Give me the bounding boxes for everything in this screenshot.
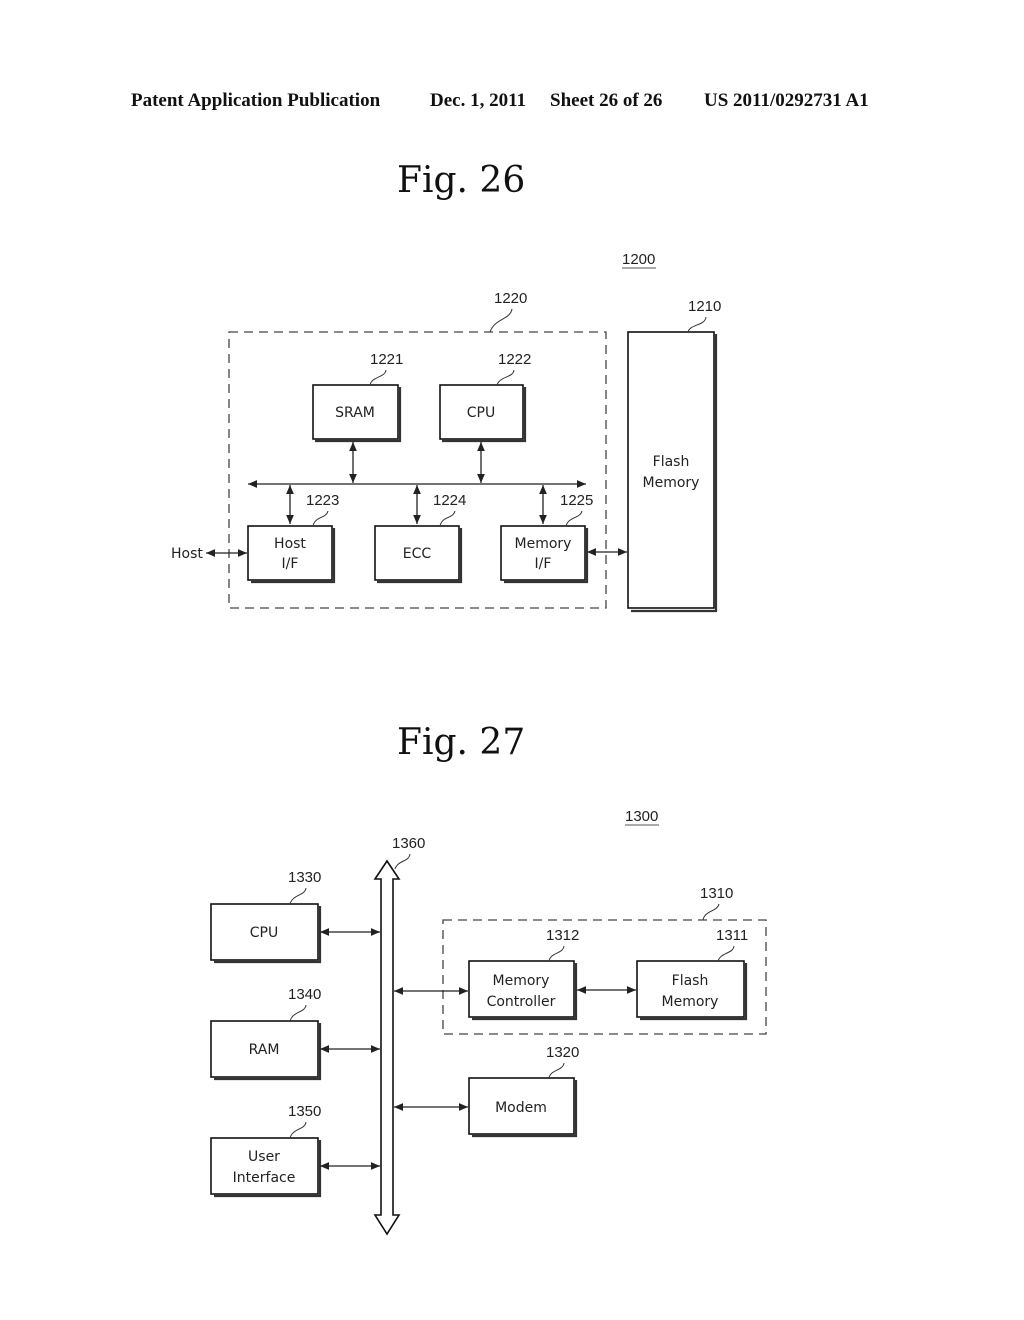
cpu-label: CPU [467, 405, 495, 421]
host-if-block: Host I/F [247, 525, 336, 584]
fig26-diagram: 1200 1220 Flash Memory 1210 SRAM 1221 CP… [171, 251, 721, 613]
leader-1221 [369, 369, 387, 386]
ref-1222: 1222 [498, 351, 531, 368]
ref-1350: 1350 [288, 1103, 321, 1120]
ref-1311: 1311 [716, 927, 748, 944]
ref-1224: 1224 [433, 492, 466, 509]
ref-1360: 1360 [392, 835, 425, 852]
flash-memory-block-27: Flash Memory [636, 960, 748, 1021]
ref-1200: 1200 [622, 251, 655, 268]
cpu-block: CPU [439, 384, 527, 443]
host-if-label-2: I/F [282, 556, 299, 572]
user-interface-block: User Interface [210, 1137, 322, 1198]
leader-1350 [289, 1121, 307, 1139]
leader-1312 [548, 945, 565, 962]
diagram-canvas: 1200 1220 Flash Memory 1210 SRAM 1221 CP… [171, 251, 767, 1236]
leader-1223 [312, 510, 329, 527]
flash27-label-2: Memory [662, 994, 719, 1010]
cpu27-label: CPU [250, 925, 278, 941]
ecc-label: ECC [403, 546, 432, 562]
leader-1320 [548, 1062, 565, 1079]
ref-1320: 1320 [546, 1044, 579, 1061]
modem-block: Modem [468, 1077, 578, 1138]
fig27-diagram: 1300 1360 CPU 1330 RAM 1340 User Interfa… [210, 808, 767, 1236]
leader-1310 [702, 903, 720, 921]
memory-if-label-1: Memory [515, 536, 572, 552]
leader-1340 [289, 1004, 307, 1022]
leader-1225 [565, 510, 583, 527]
ref-1225: 1225 [560, 492, 593, 509]
memory-if-block: Memory I/F [500, 525, 589, 584]
flash-label-1: Flash [653, 454, 690, 470]
ref-1312: 1312 [546, 927, 579, 944]
host-if-label-1: Host [274, 536, 306, 552]
ram-label: RAM [249, 1042, 280, 1058]
sram-label: SRAM [335, 405, 375, 421]
system-bus-1360 [373, 859, 401, 1236]
ref-1330: 1330 [288, 869, 321, 886]
ref-1220: 1220 [494, 290, 527, 307]
memctrl-label-1: Memory [493, 973, 550, 989]
ref-1221: 1221 [370, 351, 403, 368]
ref-1210: 1210 [688, 298, 721, 315]
ui-label-2: Interface [233, 1170, 296, 1186]
ref-1340: 1340 [288, 986, 321, 1003]
memory-if-label-2: I/F [535, 556, 552, 572]
memctrl-label-2: Controller [487, 994, 556, 1010]
leader-1210 [687, 316, 707, 333]
leader-1311 [717, 945, 735, 962]
leader-1222 [496, 369, 515, 386]
ref-1223: 1223 [306, 492, 339, 509]
leader-1360 [394, 853, 411, 870]
leader-1220 [489, 308, 513, 333]
ram-block: RAM [210, 1020, 322, 1081]
cpu-block-27: CPU [210, 903, 322, 964]
ref-1300: 1300 [625, 808, 658, 825]
host-label: Host [171, 546, 203, 562]
flash27-label-1: Flash [672, 973, 709, 989]
leader-1224 [439, 510, 456, 527]
ui-label-1: User [248, 1149, 280, 1165]
sram-block: SRAM [312, 384, 402, 443]
leader-1330 [289, 887, 307, 905]
ref-1310: 1310 [700, 885, 733, 902]
modem-label: Modem [495, 1100, 547, 1116]
flash-memory-block: Flash Memory [627, 331, 718, 613]
memory-controller-block: Memory Controller [468, 960, 578, 1021]
ecc-block: ECC [374, 525, 463, 584]
flash-label-2: Memory [643, 475, 700, 491]
